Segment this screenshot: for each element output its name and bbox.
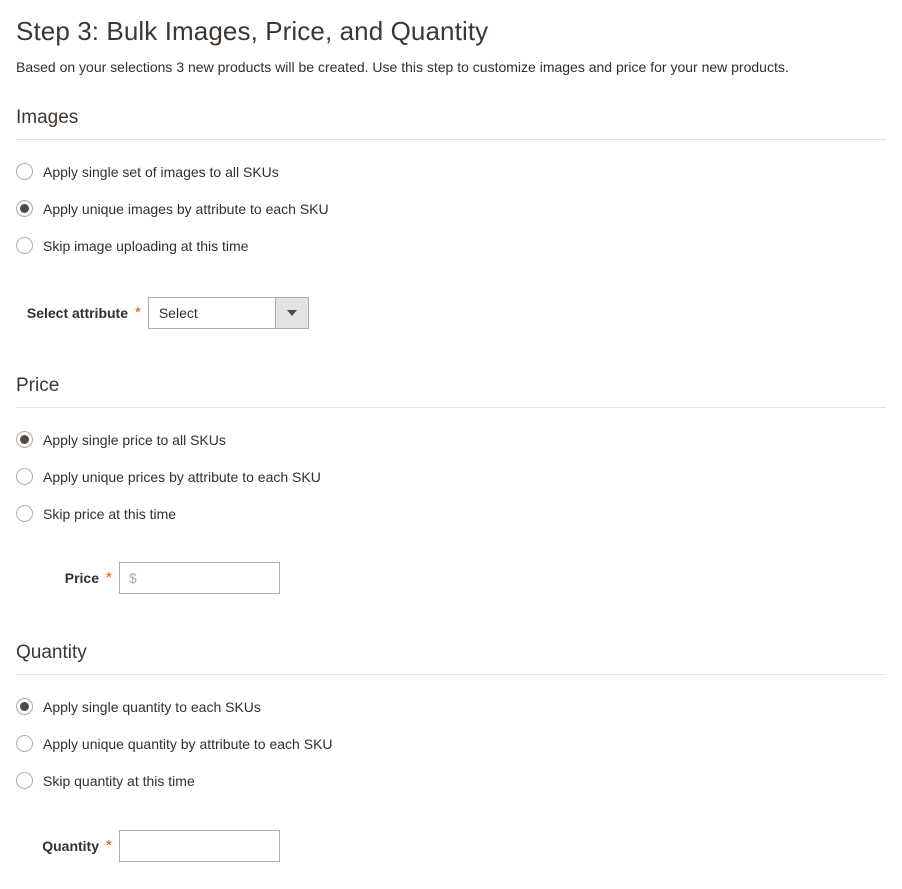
price-required-asterisk: * bbox=[106, 569, 112, 586]
price-option-single-price[interactable]: Apply single price to all SKUs bbox=[0, 429, 902, 450]
quantity-label: Quantity bbox=[42, 838, 99, 854]
quantity-section-title: Quantity bbox=[16, 642, 87, 663]
radio-icon-images-single-set[interactable] bbox=[16, 163, 33, 180]
images-option-skip[interactable]: Skip image uploading at this time bbox=[0, 235, 902, 256]
radio-icon-price-unique-by-attribute[interactable] bbox=[16, 468, 33, 485]
price-input[interactable] bbox=[118, 562, 280, 594]
chevron-down-icon bbox=[286, 310, 297, 316]
price-option-unique-by-attribute-label[interactable]: Apply unique prices by attribute to each… bbox=[43, 468, 321, 486]
quantity-option-skip[interactable]: Skip quantity at this time bbox=[0, 770, 902, 791]
images-section-divider bbox=[16, 139, 886, 140]
quantity-section: Quantity Apply single quantity to each S… bbox=[0, 642, 902, 862]
price-option-skip[interactable]: Skip price at this time bbox=[0, 503, 902, 524]
quantity-input[interactable] bbox=[118, 830, 280, 862]
radio-icon-images-unique-by-attribute[interactable] bbox=[16, 200, 33, 217]
images-option-unique-by-attribute-label[interactable]: Apply unique images by attribute to each… bbox=[43, 200, 329, 218]
images-option-single-set-label[interactable]: Apply single set of images to all SKUs bbox=[43, 163, 279, 181]
quantity-required-asterisk: * bbox=[106, 837, 112, 854]
images-section: Images Apply single set of images to all… bbox=[0, 107, 902, 329]
page-title: Step 3: Bulk Images, Price, and Quantity bbox=[16, 16, 489, 46]
select-attribute-dropdown-button[interactable] bbox=[274, 298, 308, 328]
select-attribute-required-asterisk: * bbox=[135, 304, 141, 321]
select-attribute-value[interactable]: Select bbox=[148, 298, 275, 328]
quantity-option-single-quantity-label[interactable]: Apply single quantity to each SKUs bbox=[43, 698, 261, 716]
wizard-step-page: Step 3: Bulk Images, Price, and Quantity… bbox=[0, 0, 902, 889]
images-option-skip-label[interactable]: Skip image uploading at this time bbox=[43, 237, 248, 255]
quantity-section-divider bbox=[16, 674, 886, 675]
price-option-single-price-label[interactable]: Apply single price to all SKUs bbox=[43, 431, 226, 449]
price-section-divider bbox=[16, 407, 886, 408]
price-field-row: Price * bbox=[0, 562, 902, 594]
price-radio-group: Apply single price to all SKUs Apply uni… bbox=[0, 429, 902, 524]
radio-icon-price-single-price[interactable] bbox=[16, 431, 33, 448]
quantity-option-skip-label[interactable]: Skip quantity at this time bbox=[43, 772, 195, 790]
images-option-unique-by-attribute[interactable]: Apply unique images by attribute to each… bbox=[0, 198, 902, 219]
radio-icon-quantity-unique-by-attribute[interactable] bbox=[16, 735, 33, 752]
quantity-option-single-quantity[interactable]: Apply single quantity to each SKUs bbox=[0, 696, 902, 717]
quantity-option-unique-by-attribute-label[interactable]: Apply unique quantity by attribute to ea… bbox=[43, 735, 333, 753]
images-section-title: Images bbox=[16, 107, 79, 128]
quantity-option-unique-by-attribute[interactable]: Apply unique quantity by attribute to ea… bbox=[0, 733, 902, 754]
select-attribute-field-row: Select attribute * Select bbox=[0, 297, 902, 329]
radio-icon-price-skip[interactable] bbox=[16, 505, 33, 522]
price-option-skip-label[interactable]: Skip price at this time bbox=[43, 505, 176, 523]
radio-icon-quantity-single-quantity[interactable] bbox=[16, 698, 33, 715]
radio-icon-quantity-skip[interactable] bbox=[16, 772, 33, 789]
price-option-unique-by-attribute[interactable]: Apply unique prices by attribute to each… bbox=[0, 466, 902, 487]
radio-icon-images-skip[interactable] bbox=[16, 237, 33, 254]
price-section-title: Price bbox=[16, 375, 60, 396]
price-label: Price bbox=[64, 570, 99, 586]
quantity-radio-group: Apply single quantity to each SKUs Apply… bbox=[0, 696, 902, 791]
price-section: Price Apply single price to all SKUs App… bbox=[0, 375, 902, 594]
select-attribute-label: Select attribute bbox=[26, 305, 128, 321]
select-attribute-dropdown[interactable]: Select bbox=[147, 297, 309, 329]
images-radio-group: Apply single set of images to all SKUs A… bbox=[0, 161, 902, 256]
quantity-field-row: Quantity * bbox=[0, 830, 902, 862]
images-option-single-set[interactable]: Apply single set of images to all SKUs bbox=[0, 161, 902, 182]
page-subtitle: Based on your selections 3 new products … bbox=[16, 59, 789, 75]
